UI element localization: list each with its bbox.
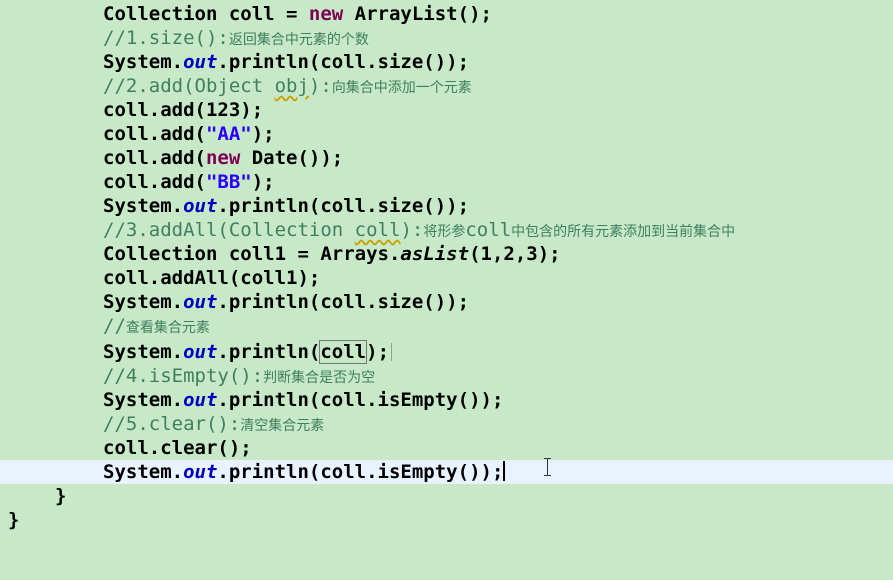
static-field-out: out [183, 51, 218, 73]
comment-text: ): [308, 75, 332, 97]
code-text: coll.add( [103, 123, 206, 145]
code-line[interactable]: coll.add("BB"); [0, 170, 893, 194]
code-text: System. [103, 389, 184, 411]
comment-text-chinese: 查看集合元素 [125, 320, 210, 336]
static-field-out: out [183, 195, 218, 217]
code-text: .println(coll.size()); [217, 195, 470, 217]
comment-text: //5.clear(): [103, 413, 241, 435]
code-text: Collection coll = [103, 3, 309, 25]
code-text: ArrayList(); [343, 3, 492, 25]
code-line[interactable]: coll.add(new Date()); [0, 146, 893, 170]
code-text: coll.add( [103, 171, 206, 193]
code-line[interactable]: } [0, 484, 893, 508]
code-text: System. [103, 195, 184, 217]
code-line[interactable]: coll.clear(); [0, 436, 893, 460]
code-text: coll.add( [103, 147, 206, 169]
code-text: .println(coll.size()); [217, 291, 470, 313]
spellcheck-warning[interactable]: obj [275, 75, 309, 97]
comment-text-chinese: 清空集合元素 [240, 418, 325, 434]
code-line[interactable]: Collection coll = new ArrayList(); [0, 2, 893, 26]
occurrence-highlight[interactable]: coll [319, 340, 368, 364]
code-text: (1,2,3); [469, 243, 561, 265]
static-method-aslist: asList [400, 243, 470, 265]
code-text: Date()); [240, 147, 344, 169]
code-text: ); [366, 341, 390, 363]
code-text: System. [103, 341, 184, 363]
comment-text: //4.isEmpty(): [103, 365, 264, 387]
code-text: System. [103, 461, 184, 483]
comment-text: //2.add(Object [103, 75, 275, 97]
code-text: .println(coll.isEmpty()); [217, 389, 504, 411]
static-field-out: out [183, 389, 218, 411]
code-line[interactable]: coll.add(123); [0, 98, 893, 122]
code-line[interactable]: System.out.println(coll.size()); [0, 50, 893, 74]
code-text: coll.addAll(coll1); [103, 267, 321, 289]
code-text: System. [103, 291, 184, 313]
keyword-new: new [205, 147, 241, 169]
code-text: .println(coll.isEmpty()); [217, 461, 504, 483]
comment-text: // [103, 315, 126, 337]
code-text: Collection coll1 = Arrays. [103, 243, 401, 265]
comment-line[interactable]: //4.isEmpty():判断集合是否为空 [0, 364, 893, 388]
comment-line[interactable]: //3.addAll(Collection coll):将形参coll中包含的所… [0, 218, 893, 242]
code-line[interactable]: System.out.println(coll.size()); [0, 194, 893, 218]
code-editor[interactable]: Collection coll = new ArrayList(); //1.s… [0, 0, 893, 544]
code-line[interactable]: Collection coll1 = Arrays.asList(1,2,3); [0, 242, 893, 266]
code-line[interactable]: System.out.println(coll.size()); [0, 290, 893, 314]
comment-text: //1.size(): [103, 27, 229, 49]
static-field-out: out [183, 341, 218, 363]
comment-text: coll [465, 219, 512, 241]
code-text: ); [251, 171, 275, 193]
code-text: coll.clear(); [103, 437, 252, 459]
comment-line[interactable]: //查看集合元素 [0, 314, 893, 338]
spellcheck-warning[interactable]: coll [355, 219, 401, 241]
comment-text-chinese: 返回集合中元素的个数 [228, 32, 369, 48]
code-text: System. [103, 51, 184, 73]
code-line[interactable]: System.out.println(coll.isEmpty()); [0, 388, 893, 412]
current-line[interactable]: System.out.println(coll.isEmpty()); [0, 460, 893, 484]
comment-text: ): [400, 219, 424, 241]
keyword-new: new [308, 3, 344, 25]
code-line[interactable]: coll.addAll(coll1); [0, 266, 893, 290]
closing-brace: } [55, 485, 67, 507]
static-field-out: out [183, 461, 218, 483]
text-cursor [391, 343, 393, 361]
static-field-out: out [183, 291, 218, 313]
closing-brace: } [8, 509, 20, 531]
comment-text: //3.addAll(Collection [103, 219, 355, 241]
code-text: .println( [217, 341, 321, 363]
code-line[interactable]: coll.add("AA"); [0, 122, 893, 146]
string-literal: "BB" [205, 171, 252, 193]
code-text: coll.add(123); [103, 99, 264, 121]
comment-line[interactable]: //1.size():返回集合中元素的个数 [0, 26, 893, 50]
code-line[interactable]: System.out.println(coll); [0, 340, 893, 364]
comment-text-chinese: 中包含的所有元素添加到当前集合中 [511, 224, 736, 240]
comment-text-chinese: 向集合中添加一个元素 [331, 80, 472, 96]
comment-line[interactable]: //5.clear():清空集合元素 [0, 412, 893, 436]
code-text: ); [251, 123, 275, 145]
text-cursor [503, 461, 506, 481]
code-text: .println(coll.size()); [217, 51, 470, 73]
comment-line[interactable]: //2.add(Object obj):向集合中添加一个元素 [0, 74, 893, 98]
mouse-ibeam-cursor-icon [543, 458, 553, 476]
comment-text-chinese: 判断集合是否为空 [263, 370, 376, 386]
comment-text-chinese: 将形参 [423, 224, 466, 240]
code-line[interactable]: } [0, 508, 893, 532]
string-literal: "AA" [205, 123, 252, 145]
